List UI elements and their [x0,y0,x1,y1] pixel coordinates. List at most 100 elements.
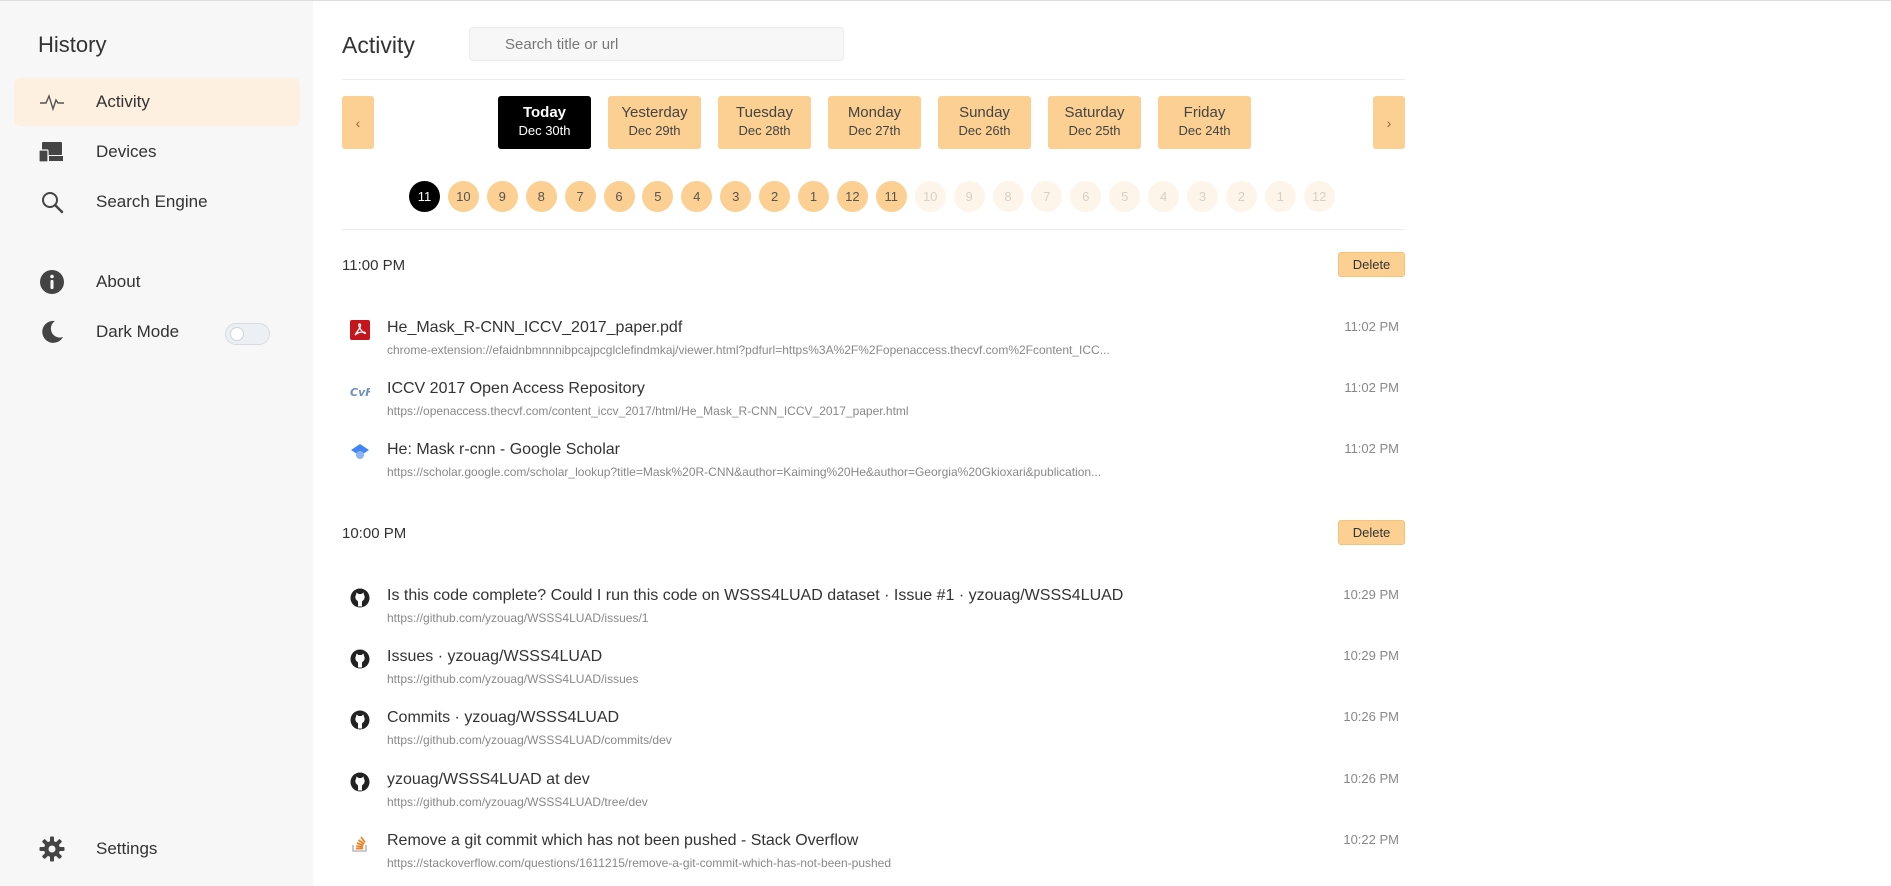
svg-text:CvF: CvF [350,386,370,398]
github-icon [350,772,370,792]
entry-title[interactable]: Issues · yzouag/WSSS4LUAD [387,648,602,666]
day-date: Dec 25th [1068,123,1121,138]
hour-button[interactable]: 10 [447,181,479,212]
github-icon [350,588,370,608]
entry-url: https://github.com/yzouag/WSSS4LUAD/comm… [387,733,672,748]
day-date: Dec 24th [1178,123,1231,138]
sidebar-item-settings[interactable]: Settings [14,825,300,873]
github-icon [350,649,370,669]
time-group-label: 10:00 PM [342,525,407,542]
hour-button: 7 [1031,181,1063,212]
day-name: Friday [1183,104,1226,121]
day-name: Today [522,104,567,121]
tab-day-today[interactable]: Today Dec 30th [498,96,591,149]
history-entry[interactable]: Remove a git commit which has not been p… [350,826,1410,878]
moon-icon [39,319,65,345]
day-date: Dec 27th [848,123,901,138]
entry-time: 11:02 PM [1344,380,1399,396]
entry-title[interactable]: Remove a git commit which has not been p… [387,832,858,850]
next-days-button[interactable]: › [1373,96,1405,149]
hour-button[interactable]: 2 [759,181,791,212]
day-name: Monday [847,104,902,121]
history-entry[interactable]: Commits · yzouag/WSSS4LUAD https://github… [350,703,1410,755]
sidebar-item-label: Devices [96,142,157,161]
toggle-knob [230,327,244,341]
sidebar-item-label: Settings [96,839,158,858]
hour-button[interactable]: 7 [564,181,596,212]
sidebar-item-devices[interactable]: Devices [14,128,300,176]
history-entry[interactable]: CvF ICCV 2017 Open Access Repository https… [350,374,1410,426]
hour-button[interactable]: 6 [603,181,635,212]
tab-day-tuesday[interactable]: Tuesday Dec 28th [718,96,811,149]
sidebar-title: History [38,32,107,57]
delete-group-button[interactable]: Delete [1338,252,1405,277]
scholar-icon [350,442,370,462]
day-name: Saturday [1064,104,1125,121]
tab-day-saturday[interactable]: Saturday Dec 25th [1048,96,1141,149]
gear-icon [39,836,65,862]
entry-time: 11:02 PM [1344,319,1399,334]
sidebar-item-label: Dark Mode [96,322,180,341]
search-input[interactable] [469,27,844,61]
activity-icon [39,89,65,115]
entry-time: 10:29 PM [1343,587,1399,602]
entry-url: https://stackoverflow.com/questions/1611… [387,855,892,870]
day-name: Sunday [959,104,1010,121]
hour-button[interactable]: 5 [642,181,674,212]
hour-button[interactable]: 4 [681,181,713,212]
entry-url: chrome-extension://efaidnbmnnnibpcajpcgl… [387,343,1110,357]
history-entry[interactable]: Issues · yzouag/WSSS4LUAD https://github.… [350,642,1410,694]
entry-title[interactable]: yzouag/WSSS4LUAD at dev [387,771,590,789]
entry-time: 10:26 PM [1343,709,1399,725]
sidebar-item-label: Search Engine [96,192,208,211]
hour-button[interactable]: 3 [720,181,752,212]
hour-button: 9 [953,181,985,212]
delete-group-button[interactable]: Delete [1338,520,1405,545]
tab-day-monday[interactable]: Monday Dec 27th [828,96,921,149]
hour-button[interactable]: 1 [798,181,829,212]
sidebar-item-activity[interactable]: Activity [14,78,300,126]
hour-button[interactable]: 11 [875,181,907,212]
tab-day-yesterday[interactable]: Yesterday Dec 29th [608,96,701,149]
entry-title[interactable]: Commits · yzouag/WSSS4LUAD [387,709,619,727]
hour-button[interactable]: 8 [525,181,557,212]
entry-time: 10:26 PM [1343,770,1399,786]
hour-button: 4 [1148,181,1180,212]
cvf-icon: CvF [350,381,370,401]
timeline-divider [342,229,1405,230]
entry-title[interactable]: He_Mask_R-CNN_ICCV_2017_paper.pdf [387,319,682,337]
entry-time: 11:02 PM [1344,441,1399,457]
entry-title[interactable]: ICCV 2017 Open Access Repository [387,380,645,398]
hour-button: 5 [1109,181,1141,212]
entry-title[interactable]: Is this code complete? Could I run this … [387,587,1123,605]
history-entry[interactable]: He: Mask r-cnn - Google Scholar https://s… [350,435,1410,487]
hour-button: 3 [1187,181,1218,212]
sidebar-item-label: About [96,272,141,291]
hour-button[interactable]: 12 [836,181,868,212]
hour-button: 6 [1070,181,1102,212]
history-entry[interactable]: Is this code complete? Could I run this … [350,581,1410,633]
entry-url: https://scholar.google.com/scholar_looku… [387,465,1102,480]
hour-button: 12 [1303,181,1335,212]
entry-url: https://github.com/yzouag/WSSS4LUAD/issu… [387,611,649,625]
entry-title[interactable]: He: Mask r-cnn - Google Scholar [387,441,620,459]
tab-day-friday[interactable]: Friday Dec 24th [1158,96,1251,149]
day-name: Tuesday [736,104,793,121]
devices-icon [39,139,65,165]
hour-button[interactable]: 9 [486,181,518,212]
tab-day-sunday[interactable]: Sunday Dec 26th [938,96,1031,149]
prev-days-button[interactable]: ‹ [342,96,374,149]
sidebar-item-label: Activity [96,92,150,111]
sidebar-item-search-engine[interactable]: Search Engine [14,178,300,226]
dark-mode-toggle[interactable] [225,323,270,345]
entry-time: 10:22 PM [1343,831,1399,847]
hour-button[interactable]: 11 [409,181,440,212]
history-entry[interactable]: yzouag/WSSS4LUAD at dev https://github.co… [350,765,1410,817]
day-date: Dec 26th [958,123,1011,138]
history-entry[interactable]: He_Mask_R-CNN_ICCV_2017_paper.pdf chrome-… [350,313,1410,365]
entry-url: https://openaccess.thecvf.com/content_ic… [387,404,909,419]
time-group-label: 11:00 PM [342,257,406,274]
stackoverflow-icon [350,833,370,853]
entry-time: 10:29 PM [1343,648,1399,664]
sidebar-item-about[interactable]: About [14,258,300,306]
